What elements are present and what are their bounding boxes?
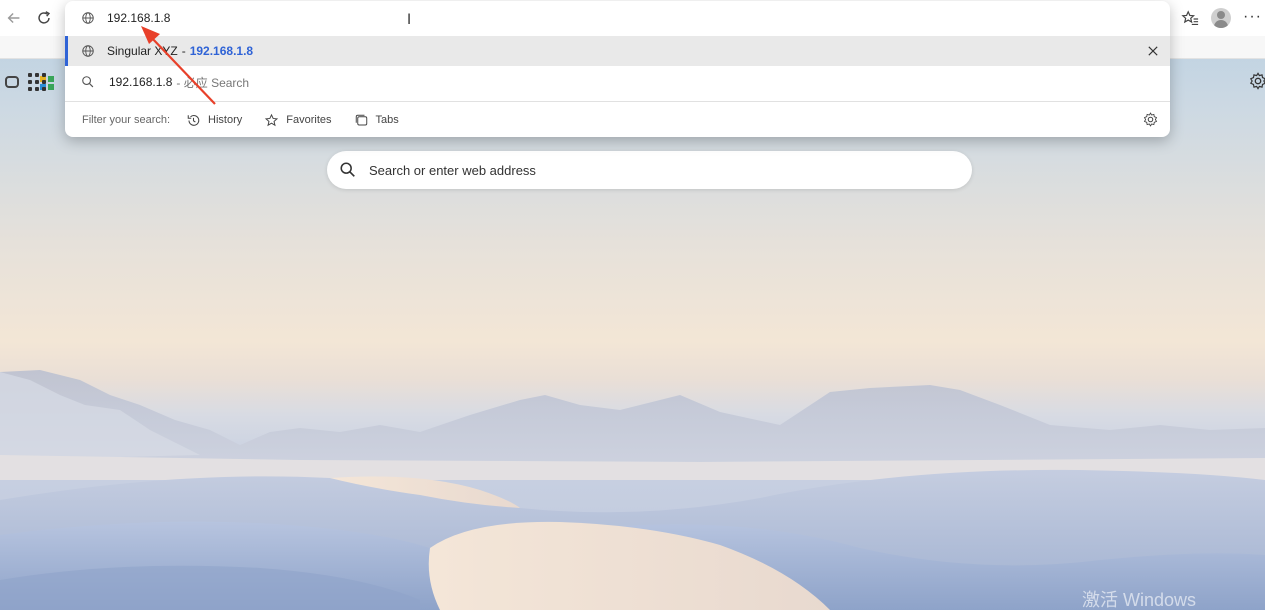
arrow-left-icon [7,12,20,24]
filter-history-button[interactable]: History [186,113,242,128]
globe-icon [82,12,94,24]
filter-label: Filter your search: [82,114,171,126]
filter-tabs-label: Tabs [375,114,399,126]
text-cursor-icon: I [407,12,412,28]
address-bar-value: 192.168.1.8 [107,11,171,25]
suggestion-separator: - [181,44,186,58]
apps-launcher-icon[interactable] [28,73,46,91]
more-menu-icon[interactable]: ··· [1243,8,1262,26]
filter-favorites-button[interactable]: Favorites [264,113,332,128]
close-icon[interactable] [1146,44,1160,58]
search-placeholder: Search or enter web address [369,162,536,178]
suggestion-row-search[interactable]: 192.168.1.8 - 必应 Search [65,66,1170,98]
windows-activation-watermark: 激活 Windows [1082,590,1197,610]
address-bar-dropdown: 192.168.1.8 I Singular XYZ - 192.168.1.8… [65,1,1170,137]
suggestion-title: Singular XYZ [107,44,178,58]
browser-window: ··· Search or enter web address 192.168.… [0,0,1265,610]
suggestion-engine: - 必应 Search [176,75,250,90]
suggestion-row-site[interactable]: Singular XYZ - 192.168.1.8 [65,36,1170,66]
back-button[interactable] [2,6,26,30]
filter-tabs-button[interactable]: Tabs [354,113,399,128]
favorites-bar-item-icon[interactable] [5,76,19,88]
filter-history-label: History [208,114,243,126]
filter-favorites-label: Favorites [286,114,332,126]
profile-avatar[interactable] [1211,8,1231,28]
new-tab-search-box[interactable]: Search or enter web address [327,151,972,189]
favorites-list-icon[interactable] [1181,10,1199,28]
refresh-button[interactable] [32,6,56,30]
search-icon [340,162,355,177]
page-settings-gear-icon[interactable] [1249,72,1265,90]
suggestion-query: 192.168.1.8 [109,75,173,89]
search-icon [82,76,94,88]
search-filter-row: Filter your search: History Favorites Ta… [65,101,1170,137]
tabs-icon [355,114,367,125]
settings-gear-icon[interactable] [1143,112,1158,127]
globe-icon [82,45,94,57]
address-bar-input[interactable]: 192.168.1.8 I [65,1,1170,35]
star-icon [265,113,279,126]
suggestion-url: 192.168.1.8 [189,44,254,58]
refresh-icon [38,11,51,24]
history-icon [187,114,200,126]
